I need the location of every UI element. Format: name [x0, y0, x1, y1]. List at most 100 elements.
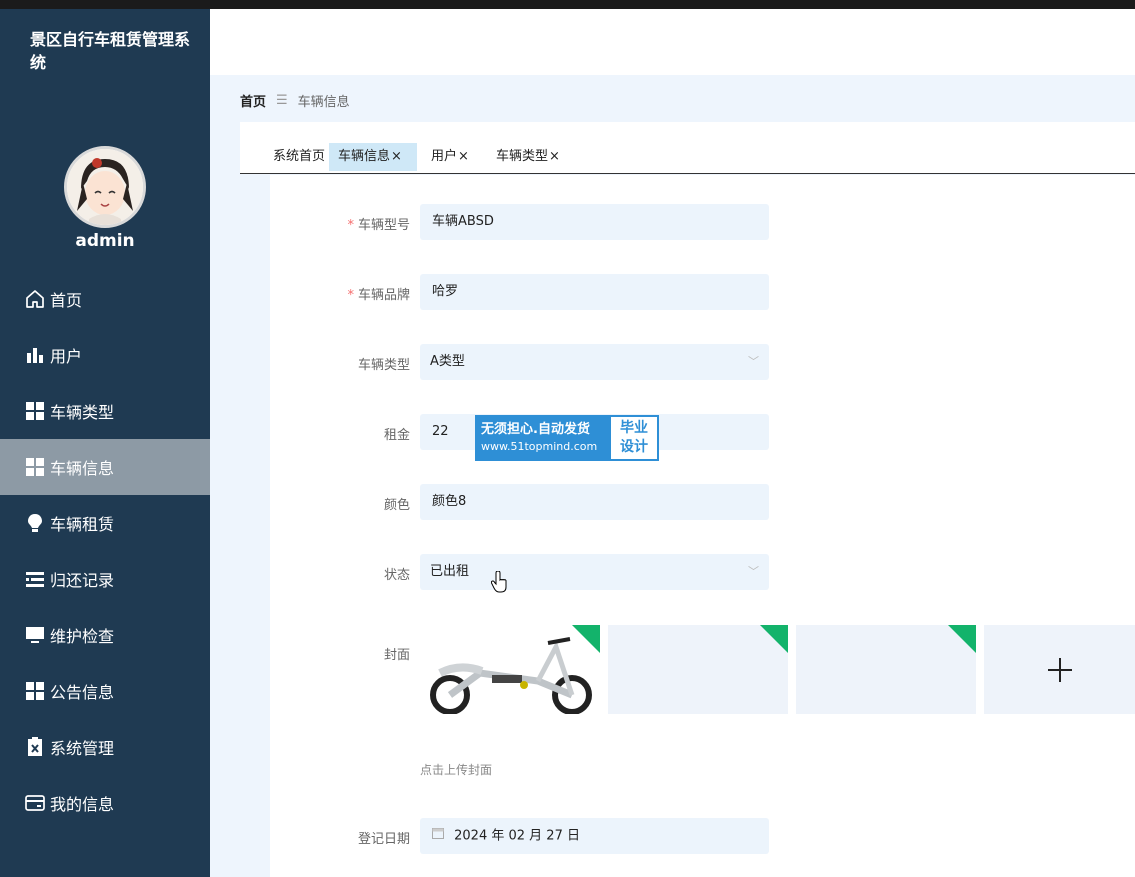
top-header: [210, 9, 1135, 75]
sidebar-item-label: 系统管理: [50, 739, 115, 758]
calendar-icon: [432, 818, 444, 854]
watermark-badge: 无须担心.自动发货 www.51topmind.com 毕业 设计: [475, 415, 659, 461]
field-label: 封面: [383, 648, 410, 663]
sidebar-menu: 首页 用户 车辆类型 车辆信息 车辆租赁 归还记录 维护检查 公告信息 系统管理…: [0, 271, 210, 831]
card-icon: [24, 792, 46, 814]
required-mark: *: [347, 288, 354, 303]
field-label: 租金: [383, 428, 410, 443]
field-label: 状态: [383, 568, 410, 583]
plus-icon: [1047, 657, 1072, 682]
close-icon[interactable]: ×: [391, 149, 402, 164]
field-label: * 车辆型号: [347, 218, 410, 233]
username: admin: [75, 231, 135, 251]
tab-system-home[interactable]: 系统首页: [259, 143, 339, 171]
form-row-date: 登记日期 2024 年 02 月 27 日: [270, 818, 1135, 854]
sidebar-item-label: 归还记录: [50, 571, 115, 590]
list-icon: [24, 568, 46, 590]
cover-thumbnail[interactable]: [420, 625, 600, 714]
sidebar-item-label: 车辆类型: [50, 403, 115, 422]
sidebar-item-label: 首页: [50, 291, 83, 310]
tab-label: 用户: [431, 149, 458, 164]
date-picker[interactable]: 2024 年 02 月 27 日: [420, 818, 769, 854]
tab-vehicle-types[interactable]: 车辆类型×: [496, 143, 576, 171]
uploaded-mark-icon: [948, 625, 976, 653]
brand-input[interactable]: 哈罗: [420, 274, 769, 310]
breadcrumb-home[interactable]: 首页: [240, 91, 266, 110]
sidebar-item-returns[interactable]: 归还记录: [0, 551, 210, 607]
breadcrumb-current: 车辆信息: [297, 95, 350, 110]
cover-thumbnail[interactable]: [796, 625, 976, 714]
date-value: 2024 年 02 月 27 日: [454, 828, 580, 844]
bulb-icon: [24, 512, 46, 534]
form-row-color: 颜色 颜色8: [270, 484, 1135, 520]
close-icon[interactable]: ×: [549, 149, 560, 164]
sidebar-item-label: 公告信息: [50, 683, 115, 702]
hand-cursor-icon: [491, 571, 507, 593]
uploaded-mark-icon: [572, 625, 600, 653]
sidebar-item-users[interactable]: 用户: [0, 327, 210, 383]
sidebar-item-label: 我的信息: [50, 795, 115, 814]
add-cover-button[interactable]: [984, 625, 1135, 714]
tab-label: 车辆信息: [338, 149, 391, 164]
breadcrumb: 首页 ☰ 车辆信息: [240, 91, 350, 110]
sidebar-item-label: 用户: [50, 347, 83, 366]
field-label: 车辆类型: [357, 358, 410, 373]
uploaded-mark-icon: [760, 625, 788, 653]
field-label: * 车辆品牌: [347, 288, 410, 303]
form-row-rent: 租金 22: [270, 414, 1135, 450]
watermark-right2: 设计: [620, 439, 648, 455]
sidebar-item-vehicle-info[interactable]: 车辆信息: [0, 439, 210, 495]
sidebar-item-home[interactable]: 首页: [0, 271, 210, 327]
watermark-right1: 毕业: [620, 420, 648, 436]
grid-icon: [24, 680, 46, 702]
monitor-icon: [24, 624, 46, 646]
main-area: 首页 ☰ 车辆信息 系统首页 车辆信息× 用户× 车辆类型× * 车辆型号 车辆A…: [210, 9, 1135, 877]
model-input[interactable]: 车辆ABSD: [420, 204, 769, 240]
sidebar-item-system[interactable]: 系统管理: [0, 719, 210, 775]
home-icon: [24, 288, 46, 310]
tab-label: 系统首页: [272, 149, 325, 164]
grid-icon: [24, 456, 46, 478]
sidebar-item-rentals[interactable]: 车辆租赁: [0, 495, 210, 551]
clipboard-icon: [24, 736, 46, 758]
sidebar-item-label: 车辆租赁: [50, 515, 115, 534]
bar-chart-icon: [24, 344, 46, 366]
cover-thumbnail[interactable]: [608, 625, 788, 714]
type-select[interactable]: A类型 ﹀: [420, 344, 769, 380]
watermark-line2: www.51topmind.com: [481, 440, 598, 453]
status-select[interactable]: 已出租 ﹀: [420, 554, 769, 590]
type-select-value: A类型: [430, 354, 465, 369]
avatar[interactable]: [64, 146, 146, 228]
form-row-model: * 车辆型号 车辆ABSD: [270, 204, 1135, 240]
avatar-image: [67, 149, 143, 225]
form-row-type: 车辆类型 A类型 ﹀: [270, 344, 1135, 380]
tab-label: 车辆类型: [496, 149, 549, 164]
sidebar-item-label: 维护检查: [50, 627, 115, 646]
title-strip: [0, 0, 1135, 9]
field-label: 登记日期: [357, 832, 410, 847]
tab-users[interactable]: 用户×: [431, 143, 481, 171]
color-input[interactable]: 颜色8: [420, 484, 769, 520]
sidebar-item-my-info[interactable]: 我的信息: [0, 775, 210, 831]
form-row-status: 状态 已出租 ﹀: [270, 554, 1135, 590]
chevron-down-icon: ﹀: [748, 565, 759, 578]
field-label: 颜色: [383, 498, 410, 513]
tab-vehicle-info[interactable]: 车辆信息×: [329, 143, 417, 171]
sidebar-item-announcements[interactable]: 公告信息: [0, 663, 210, 719]
tabs-bar: 系统首页 车辆信息× 用户× 车辆类型×: [240, 122, 1135, 174]
close-icon[interactable]: ×: [458, 149, 469, 164]
vehicle-form: * 车辆型号 车辆ABSD * 车辆品牌 哈罗 车辆类型 A类型 ﹀ 租金 22 颜…: [270, 175, 1135, 877]
breadcrumb-separator-icon: ☰: [276, 93, 288, 108]
app-title: 景区自行车租赁管理系统: [30, 30, 191, 72]
form-row-brand: * 车辆品牌 哈罗: [270, 274, 1135, 310]
status-select-value: 已出租: [430, 564, 470, 579]
grid-icon: [24, 400, 46, 422]
sidebar: 景区自行车租赁管理系统 admin 首页 用户 车辆类型 车辆信息 车辆租赁 归…: [0, 9, 210, 877]
cover-upload-hint: 点击上传封面: [420, 763, 493, 777]
sidebar-item-label: 车辆信息: [50, 459, 115, 478]
sidebar-item-vehicle-types[interactable]: 车辆类型: [0, 383, 210, 439]
watermark-line1: 无须担心.自动发货: [481, 422, 590, 437]
chevron-down-icon: ﹀: [748, 355, 759, 368]
required-mark: *: [347, 218, 354, 233]
sidebar-item-maintenance[interactable]: 维护检查: [0, 607, 210, 663]
